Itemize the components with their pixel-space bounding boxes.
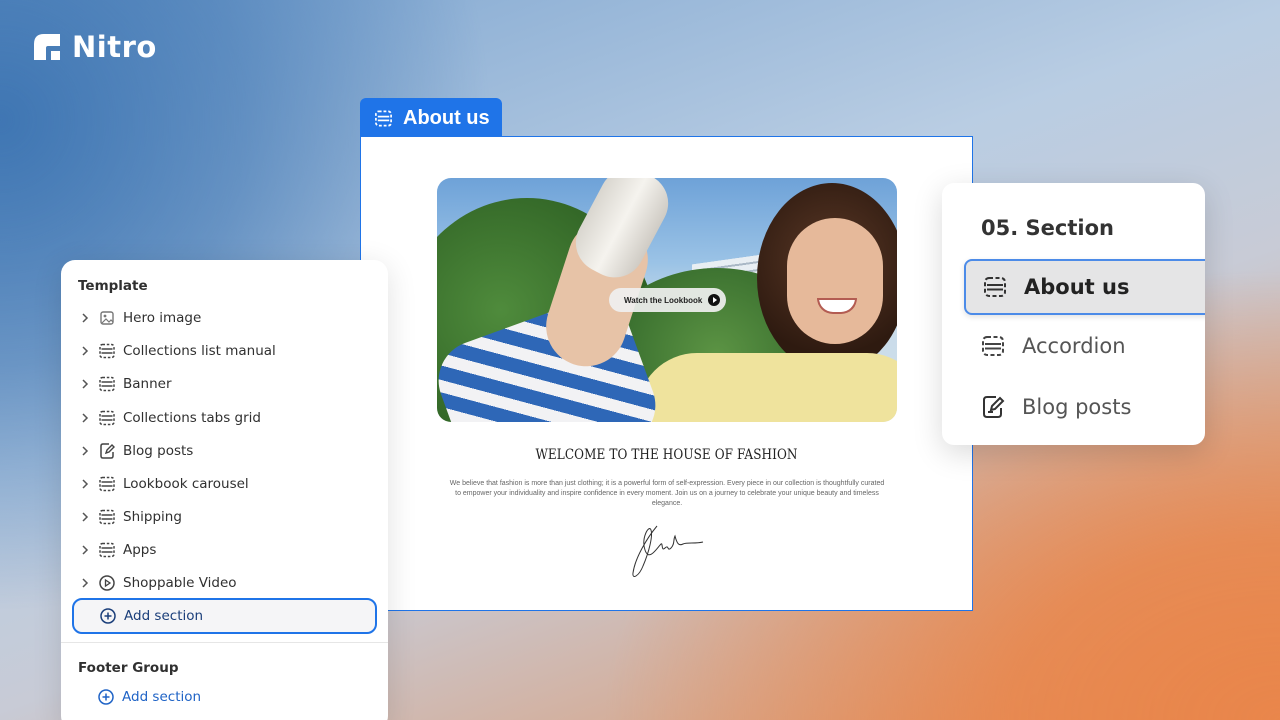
section-option-label: Blog posts <box>1022 395 1132 419</box>
lookbook-button-label: Watch the Lookbook <box>624 295 703 305</box>
nitro-logo-icon <box>34 34 60 60</box>
brand-logo: Nitro <box>32 30 157 64</box>
template-item-label: Collections tabs grid <box>123 410 261 426</box>
section-option-label: About us <box>1024 275 1130 299</box>
watch-lookbook-button[interactable]: Watch the Lookbook <box>609 288 727 312</box>
template-item[interactable]: Collections tabs grid <box>78 405 261 431</box>
template-item-label: Lookbook carousel <box>123 476 249 492</box>
section-option-label: Accordion <box>1022 334 1126 358</box>
template-item-label: Banner <box>123 376 172 392</box>
chevron-right-icon[interactable] <box>78 510 92 524</box>
hero-image: Watch the Lookbook <box>437 178 897 422</box>
template-title: Template <box>78 278 148 294</box>
section-icon <box>99 476 115 492</box>
template-item[interactable]: Hero image <box>78 305 201 331</box>
section-option-blog-posts[interactable]: Blog posts <box>964 379 1205 435</box>
section-icon <box>99 509 115 525</box>
divider <box>61 642 388 643</box>
brand-name: Nitro <box>72 30 157 64</box>
footer-group-title: Footer Group <box>78 660 179 676</box>
section-picker-title: 05. Section <box>981 216 1114 240</box>
template-item[interactable]: Shipping <box>78 504 182 530</box>
plus-circle-icon <box>98 689 114 705</box>
section-icon <box>982 336 1004 356</box>
template-item-label: Shoppable Video <box>123 575 237 591</box>
play-icon <box>708 294 721 306</box>
chevron-right-icon[interactable] <box>78 344 92 358</box>
selected-section-tab[interactable]: About us <box>360 98 502 138</box>
template-item[interactable]: Shoppable Video <box>78 570 237 596</box>
section-icon <box>375 110 392 126</box>
edit-doc-icon <box>100 443 115 459</box>
tab-label: About us <box>403 106 490 129</box>
about-body-text: We believe that fashion is more than jus… <box>449 480 885 507</box>
chevron-right-icon[interactable] <box>78 411 92 425</box>
section-preview[interactable]: Watch the Lookbook WELCOME TO THE HOUSE … <box>360 136 973 611</box>
template-item[interactable]: Banner <box>78 371 172 397</box>
section-icon <box>984 277 1006 297</box>
section-option-about-us[interactable]: About us <box>964 259 1205 315</box>
chevron-right-icon[interactable] <box>78 311 92 325</box>
add-section-label: Add section <box>124 608 204 624</box>
template-item[interactable]: Lookbook carousel <box>78 471 249 497</box>
template-panel: Template Hero image Collections list manu… <box>61 260 388 720</box>
template-item[interactable]: Blog posts <box>78 438 193 464</box>
footer-add-section-button[interactable]: Add section <box>98 689 201 705</box>
chevron-right-icon[interactable] <box>78 477 92 491</box>
welcome-heading: WELCOME TO THE HOUSE OF FASHION <box>535 447 798 463</box>
template-item-label: Hero image <box>123 310 202 326</box>
footer-add-section-label: Add section <box>122 689 202 705</box>
template-item-label: Apps <box>123 542 157 558</box>
chevron-right-icon[interactable] <box>78 576 92 590</box>
template-item[interactable]: Apps <box>78 537 156 563</box>
template-item-label: Collections list manual <box>123 343 276 359</box>
template-item-label: Shipping <box>123 509 182 525</box>
section-picker-panel: 05. Section About us Accordion Blog post… <box>942 183 1205 445</box>
section-icon <box>99 343 115 359</box>
section-icon <box>99 376 115 392</box>
edit-doc-icon <box>983 396 1005 418</box>
section-icon <box>99 542 115 558</box>
add-section-button[interactable]: Add section <box>72 598 377 634</box>
chevron-right-icon[interactable] <box>78 543 92 557</box>
play-circle-icon <box>99 575 115 591</box>
chevron-right-icon[interactable] <box>78 444 92 458</box>
signature-image <box>632 525 704 577</box>
template-item-label: Blog posts <box>123 443 194 459</box>
section-icon <box>99 410 115 426</box>
image-icon <box>100 311 114 325</box>
plus-circle-icon <box>100 608 116 624</box>
template-item[interactable]: Collections list manual <box>78 338 276 364</box>
chevron-right-icon[interactable] <box>78 377 92 391</box>
section-option-accordion[interactable]: Accordion <box>964 318 1205 374</box>
